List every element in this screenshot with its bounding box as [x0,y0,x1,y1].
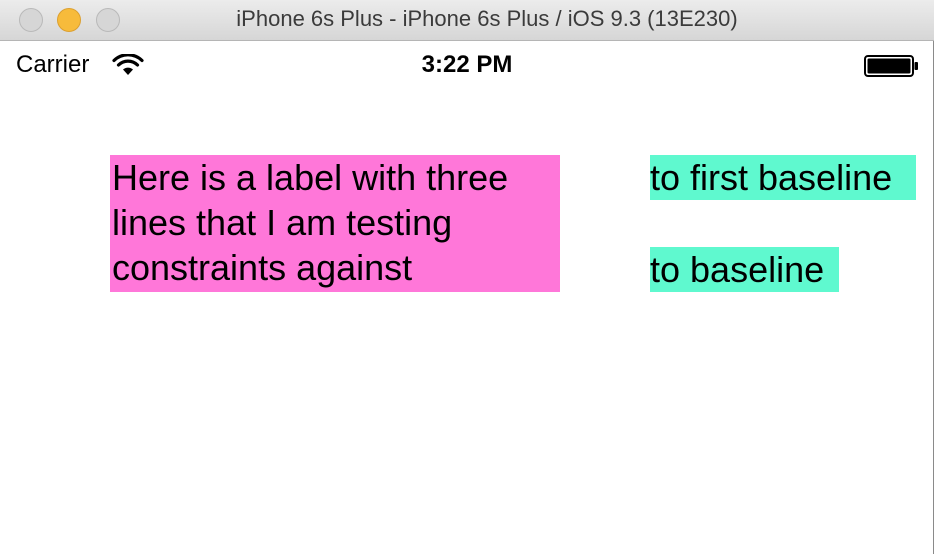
ios-status-bar: Carrier 3:22 PM [0,41,934,91]
simulator-window: iPhone 6s Plus - iPhone 6s Plus / iOS 9.… [0,0,934,554]
zoom-button[interactable] [96,8,120,32]
title-bar: iPhone 6s Plus - iPhone 6s Plus / iOS 9.… [0,0,934,41]
first-baseline-label: to first baseline [650,155,916,200]
minimize-button[interactable] [57,8,81,32]
battery-icon [864,55,920,79]
baseline-label: to baseline [650,247,839,292]
three-line-label: Here is a label with three lines that I … [110,155,560,292]
close-button[interactable] [19,8,43,32]
window-title: iPhone 6s Plus - iPhone 6s Plus / iOS 9.… [236,6,738,31]
status-time: 3:22 PM [421,51,513,78]
